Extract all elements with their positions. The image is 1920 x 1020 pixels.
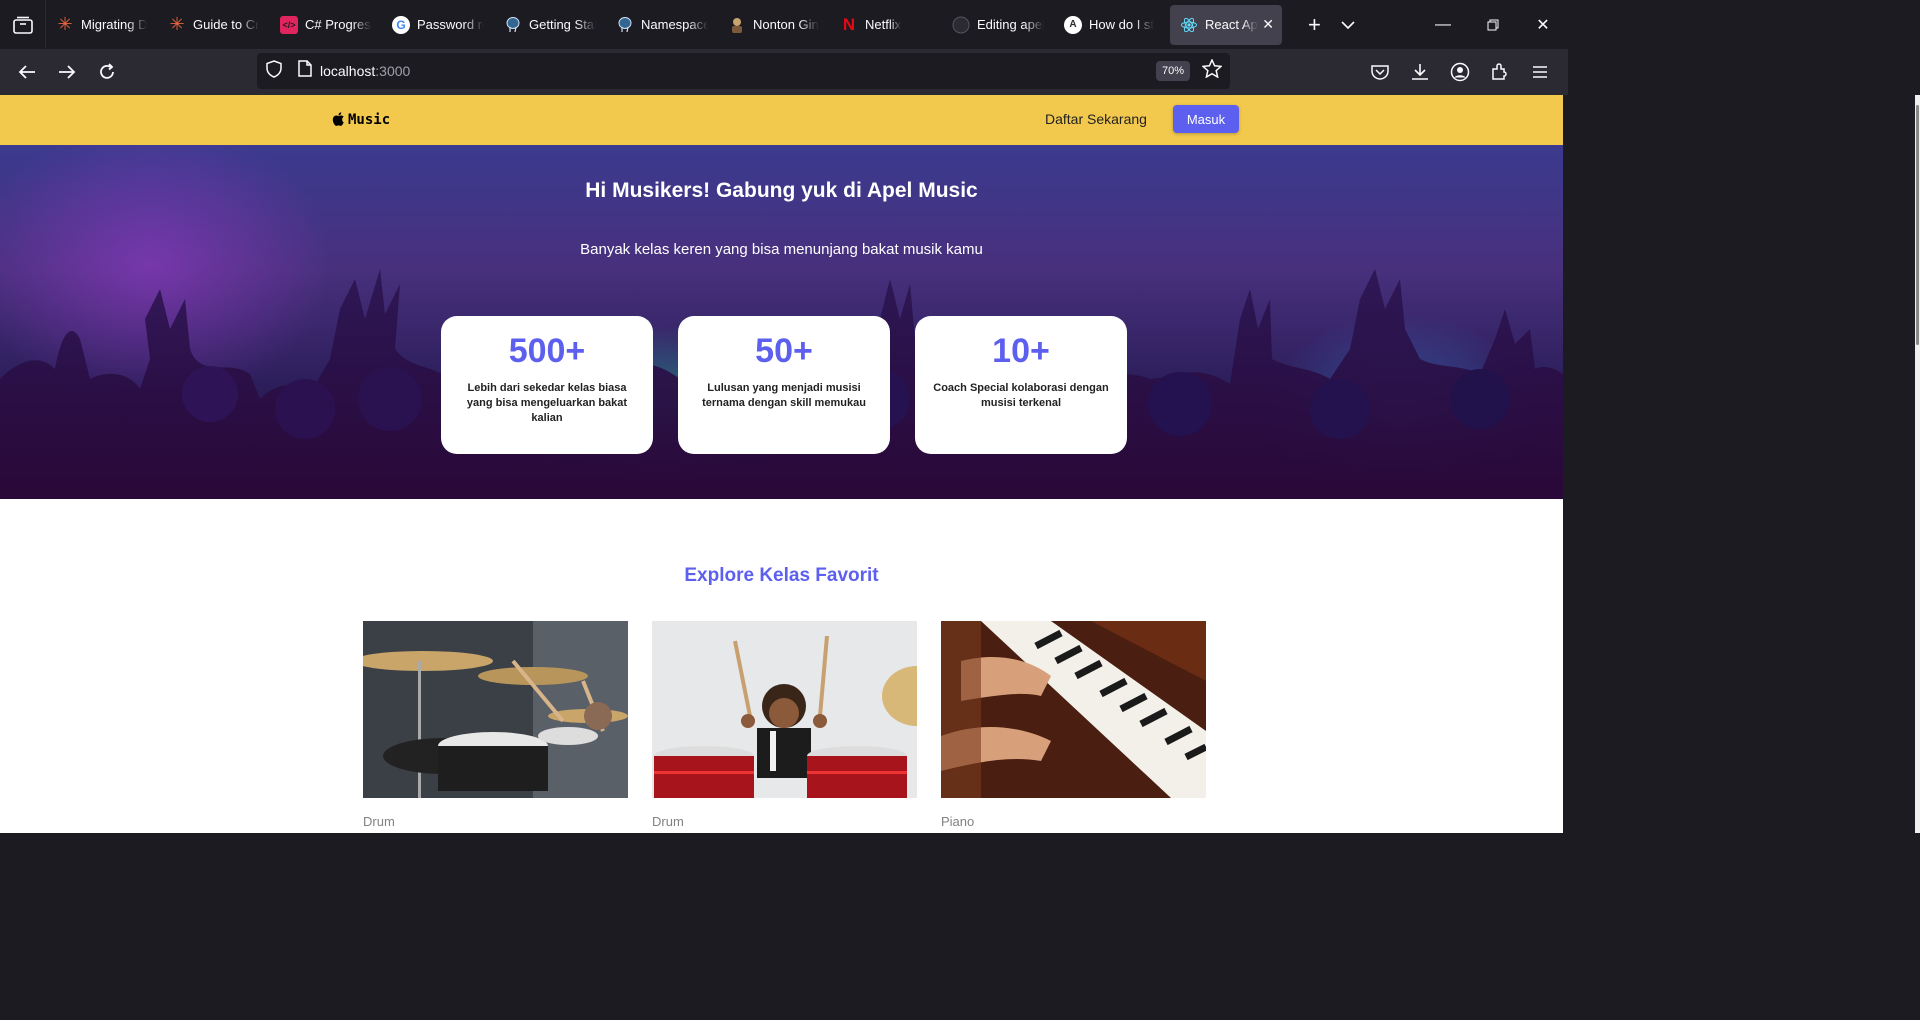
tab-netflix[interactable]: N Netflix xyxy=(830,5,942,45)
class-card[interactable]: Drum xyxy=(363,621,628,829)
extensions-icon[interactable] xyxy=(1482,54,1518,90)
angular-icon: A xyxy=(1064,15,1082,34)
tab-password[interactable]: G Password re xyxy=(382,5,494,45)
minimize-window-icon[interactable]: — xyxy=(1418,0,1468,49)
logo-text: Music xyxy=(348,112,391,128)
character-icon xyxy=(728,16,746,34)
stat-description: Lulusan yang menjadi musisi ternama deng… xyxy=(702,382,866,409)
explore-section-title: Explore Kelas Favorit xyxy=(684,565,879,586)
url-bar[interactable]: localhost:3000 70% xyxy=(257,53,1230,89)
tab-editing[interactable]: Editing apel xyxy=(942,5,1054,45)
forward-button[interactable] xyxy=(47,52,87,92)
back-arrow-icon xyxy=(18,65,35,79)
postgres-icon xyxy=(504,16,522,34)
stat-description: Coach Special kolaborasi dengan musisi t… xyxy=(933,382,1109,409)
tab-title: How do I st xyxy=(1089,17,1155,32)
url-text[interactable]: localhost:3000 xyxy=(320,63,410,79)
tab-nonton[interactable]: Nonton Gin xyxy=(718,5,830,45)
url-host: localhost xyxy=(320,63,376,79)
browser-tab-bar: ✳ Migrating D ✳ Guide to Cr </> C# Progr… xyxy=(0,0,1568,49)
tab-getting-started[interactable]: Getting Star xyxy=(494,5,606,45)
class-category: Piano xyxy=(941,814,975,829)
google-icon: G xyxy=(392,15,410,34)
hero-title: Hi Musikers! Gabung yuk di Apel Music xyxy=(585,179,978,202)
bookmark-star-icon[interactable] xyxy=(1201,58,1223,83)
react-icon xyxy=(1180,16,1198,34)
pocket-icon[interactable] xyxy=(1362,54,1398,90)
login-button[interactable]: Masuk xyxy=(1173,105,1239,133)
account-icon[interactable] xyxy=(1442,54,1478,90)
downloads-icon[interactable] xyxy=(1402,54,1438,90)
stat-card: 10+ Coach Special kolaborasi dengan musi… xyxy=(915,316,1127,454)
zoom-level-badge[interactable]: 70% xyxy=(1155,61,1190,81)
tab-title: Editing apel xyxy=(977,17,1044,32)
tab-title: Password re xyxy=(417,17,484,32)
stat-description: Lebih dari sekedar kelas biasa yang bisa… xyxy=(466,382,628,424)
forward-arrow-icon xyxy=(59,65,76,79)
shield-icon[interactable] xyxy=(266,59,282,83)
stat-value: 500+ xyxy=(508,332,586,370)
page-viewport: Music Daftar Sekarang Masuk Hi Musikers!… xyxy=(0,95,1563,833)
close-tab-icon[interactable]: ✕ xyxy=(1262,16,1274,33)
tab-title: Netflix xyxy=(865,17,902,32)
tab-title: Migrating D xyxy=(81,17,148,32)
sparkle-icon: ✳ xyxy=(169,14,185,34)
list-tabs-chevron-icon[interactable] xyxy=(1341,17,1355,33)
tab-namespace[interactable]: Namespace xyxy=(606,5,718,45)
tab-title: Nonton Gin xyxy=(753,17,819,32)
tab-title: Guide to Cr xyxy=(193,17,260,32)
site-header: Music Daftar Sekarang Masuk xyxy=(0,95,1563,145)
back-button[interactable] xyxy=(7,52,47,92)
netflix-icon: N xyxy=(842,14,856,34)
menu-hamburger-icon[interactable] xyxy=(1522,54,1558,90)
reload-icon xyxy=(100,63,114,79)
class-category: Drum xyxy=(652,814,684,829)
tab-title: Getting Star xyxy=(529,17,596,32)
piano-image[interactable] xyxy=(941,621,1206,798)
reload-button[interactable] xyxy=(87,52,127,92)
apple-logo-icon xyxy=(332,111,344,126)
tab-migrating[interactable]: ✳ Migrating D xyxy=(46,5,158,45)
code-icon: </> xyxy=(280,15,298,34)
kid-drummer-image[interactable] xyxy=(652,621,917,798)
stat-value: 50+ xyxy=(755,332,813,370)
page-icon[interactable] xyxy=(298,60,312,82)
tab-overview-button[interactable] xyxy=(0,0,46,49)
stat-value: 10+ xyxy=(992,332,1050,370)
tab-title: React Ap xyxy=(1205,17,1258,32)
stat-card: 500+ Lebih dari sekedar kelas biasa yang… xyxy=(441,316,653,454)
hero-banner: Hi Musikers! Gabung yuk di Apel Music Ba… xyxy=(0,145,1563,499)
register-link[interactable]: Daftar Sekarang xyxy=(1045,111,1147,127)
tab-title: Namespace xyxy=(641,17,708,32)
tab-title: C# Progress xyxy=(305,17,372,32)
stat-card: 50+ Lulusan yang menjadi musisi ternama … xyxy=(678,316,890,454)
close-window-icon[interactable]: ✕ xyxy=(1518,0,1568,49)
scrollbar-thumb[interactable] xyxy=(1916,105,1919,345)
restore-window-icon[interactable] xyxy=(1468,0,1518,49)
site-logo[interactable]: Music xyxy=(332,109,390,128)
tab-react-app[interactable]: React Ap ✕ xyxy=(1170,4,1282,45)
sparkle-icon: ✳ xyxy=(57,14,73,34)
tab-csharp[interactable]: </> C# Progress xyxy=(270,5,382,45)
page-scrollbar[interactable] xyxy=(1915,95,1920,833)
drum-kit-image[interactable] xyxy=(363,621,628,798)
new-tab-icon[interactable]: + xyxy=(1308,12,1321,38)
github-icon xyxy=(952,16,970,34)
postgres-icon xyxy=(616,16,634,34)
hero-subtitle: Banyak kelas keren yang bisa menunjang b… xyxy=(580,241,983,258)
class-card[interactable]: Piano xyxy=(941,621,1206,829)
class-category: Drum xyxy=(363,814,395,829)
browser-nav-bar: localhost:3000 70% xyxy=(0,49,1568,95)
class-card[interactable]: Drum xyxy=(652,621,917,829)
url-port: :3000 xyxy=(375,63,411,79)
tab-overview-icon xyxy=(12,16,33,34)
tab-how-do-i[interactable]: A How do I st xyxy=(1054,5,1166,45)
tab-guide[interactable]: ✳ Guide to Cr xyxy=(158,5,270,45)
